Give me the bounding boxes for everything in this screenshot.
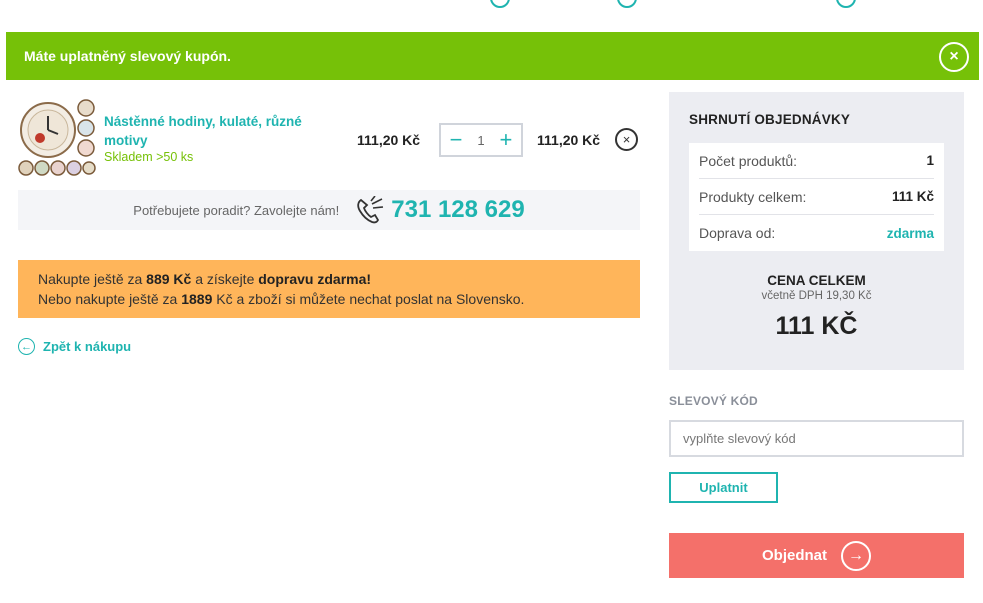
phone-number[interactable]: 731 128 629 [391,196,524,224]
shipping-notice: Nakupte ještě za 889 Kč a získejte dopra… [18,260,640,318]
notice-line-1: Nakupte ještě za 889 Kč a získejte dopra… [38,271,372,287]
help-phone[interactable]: 731 128 629 [355,196,525,224]
phone-icon [357,196,384,224]
cart-item: Nástěnné hodiny, kulaté, různé motivy Sk… [18,98,640,180]
remove-item-icon[interactable]: × [615,128,638,151]
coupon-alert: Máte uplatněný slevový kupón. × [6,32,979,80]
grand-total: CENA CELKEM včetně DPH 19,30 Kč 111 KČ [689,273,944,341]
step-indicator-icon [836,0,856,8]
quantity-value[interactable]: 1 [477,133,484,148]
arrow-left-icon: ← [18,338,35,355]
arrow-right-icon: → [841,540,871,571]
product-title-link[interactable]: Nástěnné hodiny, kulaté, různé motivy [104,112,334,150]
minus-icon[interactable]: − [445,129,467,151]
order-label: Objednat [761,547,827,564]
alert-message: Máte uplatněný slevový kupón. [24,48,231,64]
grand-total-value: 111 KČ [775,312,858,340]
summary-table: Počet produktů: 1 Produkty celkem: 111 K… [689,143,944,251]
cart: Nástěnné hodiny, kulaté, různé motivy Sk… [18,98,640,355]
help-text: Potřebujete poradit? Zavolejte nám! [133,202,340,218]
quantity-stepper: − 1 + [439,123,523,157]
help-banner: Potřebujete poradit? Zavolejte nám! 731 … [18,190,640,230]
stock-status: Skladem >50 ks [104,150,194,164]
grand-total-label: CENA CELKEM [767,273,866,288]
notice-line-2: Nebo nakupte ještě za 1889 Kč a zboží si… [38,291,525,307]
plus-icon[interactable]: + [495,129,517,151]
step-indicator-icon [617,0,637,8]
order-button[interactable]: Objednat → [669,533,964,578]
checkout-steps [0,0,983,10]
order-summary: SHRNUTÍ OBJEDNÁVKY Počet produktů: 1 Pro… [669,92,964,370]
step-indicator-icon [490,0,510,8]
product-thumbnail[interactable] [18,98,96,176]
summary-title: SHRNUTÍ OBJEDNÁVKY [689,112,851,127]
summary-row: Doprava od: zdarma [699,225,934,241]
summary-row: Produkty celkem: 111 Kč [699,179,934,215]
unit-price: 111,20 Kč [357,132,421,148]
grand-total-vat: včetně DPH 19,30 Kč [761,290,872,302]
close-icon[interactable]: × [939,42,969,72]
apply-discount-button[interactable]: Uplatnit [669,472,778,503]
back-to-shop-link[interactable]: ← Zpět k nákupu [18,338,640,355]
back-label: Zpět k nákupu [43,339,132,354]
summary-row: Počet produktů: 1 [699,143,934,179]
discount-code-input[interactable] [669,420,964,457]
item-total-price: 111,20 Kč [537,132,601,148]
discount-label: SLEVOVÝ KÓD [669,394,758,408]
